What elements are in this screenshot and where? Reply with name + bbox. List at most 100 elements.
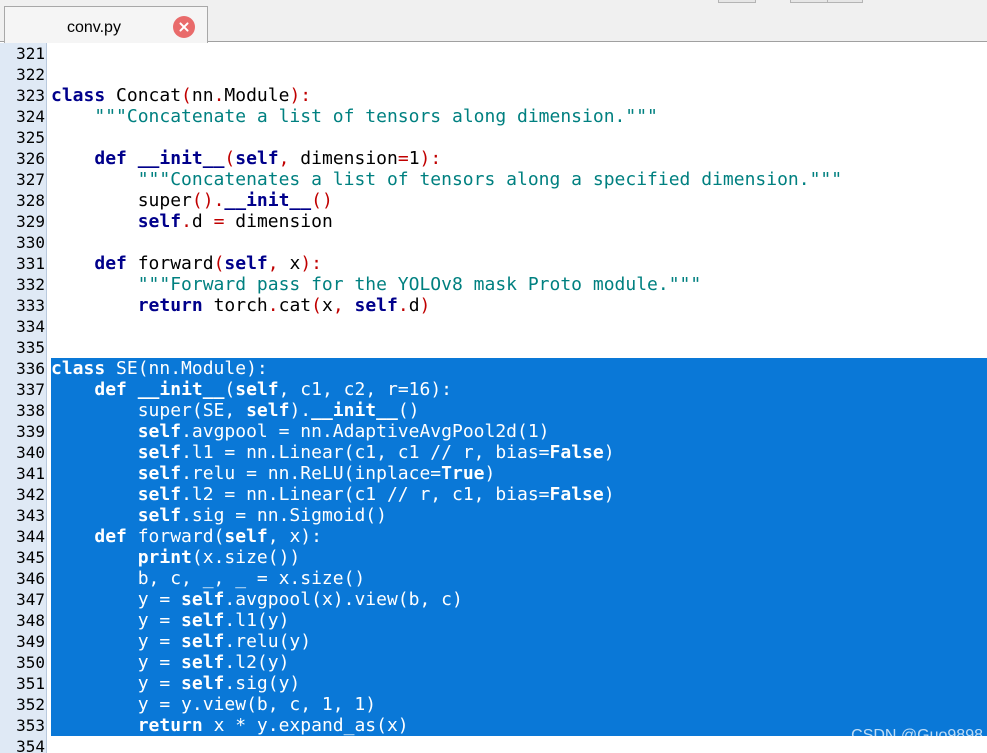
line-number: 345 — [16, 548, 45, 567]
code-token: (x.size()) — [191, 547, 301, 568]
code-token: torch — [202, 295, 268, 316]
code-lines: 321 322 323 class Concat(nn.Module): 324 """… — [0, 43, 987, 753]
code-text: self.l2 = nn.Linear(c1 // r, c1, bias=Fa… — [51, 484, 987, 505]
code-text: self.d = dimension — [51, 211, 987, 232]
code-editor[interactable]: 321 322 323 class Concat(nn.Module): 324 """… — [0, 43, 987, 753]
line-number: 353 — [16, 716, 45, 735]
code-line[interactable]: 347 y = self.avgpool(x).view(b, c) — [0, 589, 987, 610]
code-token: . — [267, 295, 279, 316]
code-token: SE(nn.Module): — [105, 358, 268, 379]
line-number: 332 — [16, 275, 45, 294]
code-line[interactable]: 348 y = self.l1(y) — [0, 610, 987, 631]
code-line[interactable]: 327 """Concatenates a list of tensors al… — [0, 169, 987, 190]
code-token: __init__ — [311, 400, 398, 421]
code-token: ( — [181, 85, 192, 106]
code-text: """Forward pass for the YOLOv8 mask Prot… — [51, 274, 987, 295]
code-line[interactable]: 330 — [0, 232, 987, 253]
code-line[interactable]: 336 class SE(nn.Module): — [0, 358, 987, 379]
code-line[interactable]: 334 — [0, 316, 987, 337]
code-token: ( — [311, 295, 322, 316]
line-number: 326 — [16, 149, 45, 168]
code-line[interactable]: 339 self.avgpool = nn.AdaptiveAvgPool2d(… — [0, 421, 987, 442]
line-number: 347 — [16, 590, 45, 609]
code-line[interactable]: 338 super(SE, self).__init__() — [0, 400, 987, 421]
code-text: return torch.cat(x, self.d) — [51, 295, 987, 316]
code-line[interactable]: 325 — [0, 127, 987, 148]
code-token: __init__ — [224, 190, 312, 211]
code-line[interactable]: 328 super().__init__() — [0, 190, 987, 211]
code-token: = — [213, 211, 225, 232]
code-line[interactable]: 324 """Concatenate a list of tensors alo… — [0, 106, 987, 127]
code-token: Module — [224, 85, 290, 106]
code-text: y = self.relu(y) — [51, 631, 987, 652]
code-line[interactable]: 342 self.l2 = nn.Linear(c1 // r, c1, bia… — [0, 484, 987, 505]
line-number: 338 — [16, 401, 45, 420]
code-line[interactable]: 343 self.sig = nn.Sigmoid() — [0, 505, 987, 526]
code-token: y = — [51, 589, 182, 610]
code-token: , c1, c2, r=16): — [278, 379, 453, 400]
code-line[interactable]: 354 — [0, 736, 987, 753]
code-token: self — [224, 253, 268, 274]
code-token: __init__ — [137, 379, 225, 400]
code-token: ( — [213, 253, 225, 274]
code-line[interactable]: 350 y = self.l2(y) — [0, 652, 987, 673]
code-line[interactable]: 337 def __init__(self, c1, c2, r=16): — [0, 379, 987, 400]
line-number: 322 — [16, 65, 45, 84]
line-number: 341 — [16, 464, 45, 483]
code-text: class Concat(nn.Module): — [51, 85, 987, 106]
code-text: def forward(self, x): — [51, 253, 987, 274]
code-token: .l2 = nn.Linear(c1 // r, c1, bias= — [181, 484, 550, 505]
code-line[interactable]: 349 y = self.relu(y) — [0, 631, 987, 652]
line-number: 323 — [16, 86, 45, 105]
code-token: Concat — [105, 85, 182, 106]
code-line[interactable]: 333 return torch.cat(x, self.d) — [0, 295, 987, 316]
code-token: self — [235, 379, 279, 400]
code-token: , — [278, 148, 290, 169]
code-line[interactable]: 352 y = y.view(b, c, 1, 1) — [0, 694, 987, 715]
code-line[interactable]: 322 — [0, 64, 987, 85]
code-token: print — [137, 547, 192, 568]
code-line[interactable]: 326 def __init__(self, dimension=1): — [0, 148, 987, 169]
code-token: .l1 = nn.Linear(c1, c1 // r, bias= — [181, 442, 550, 463]
code-line[interactable]: 321 — [0, 43, 987, 64]
code-line[interactable]: 335 — [0, 337, 987, 358]
code-line[interactable]: 341 self.relu = nn.ReLU(inplace=True) — [0, 463, 987, 484]
code-text: print(x.size()) — [51, 547, 987, 568]
code-line[interactable]: 340 self.l1 = nn.Linear(c1, c1 // r, bia… — [0, 442, 987, 463]
code-line[interactable]: 346 b, c, _, _ = x.size() — [0, 568, 987, 589]
code-line[interactable]: 351 y = self.sig(y) — [0, 673, 987, 694]
code-line[interactable]: 332 """Forward pass for the YOLOv8 mask … — [0, 274, 987, 295]
code-token: ( — [224, 379, 236, 400]
code-line[interactable]: 331 def forward(self, x): — [0, 253, 987, 274]
code-line[interactable]: 353 return x * y.expand_as(x) — [0, 715, 987, 736]
code-token: ): — [419, 148, 442, 169]
code-token: self — [137, 442, 182, 463]
line-number: 328 — [16, 191, 45, 210]
code-line[interactable]: 345 print(x.size()) — [0, 547, 987, 568]
code-token: y = — [51, 673, 182, 694]
close-icon[interactable] — [173, 16, 195, 38]
code-token: self — [181, 610, 225, 631]
code-token: , — [332, 295, 344, 316]
toolbar-button[interactable] — [790, 0, 828, 3]
code-token: self — [137, 505, 182, 526]
code-text: """Concatenate a list of tensors along d… — [51, 106, 987, 127]
line-number: 336 — [16, 359, 45, 378]
code-line[interactable]: 344 def forward(self, x): — [0, 526, 987, 547]
code-token: self — [137, 484, 182, 505]
toolbar-button[interactable] — [827, 0, 863, 3]
code-line[interactable]: 329 self.d = dimension — [0, 211, 987, 232]
code-token: , x): — [267, 526, 322, 547]
line-number: 350 — [16, 653, 45, 672]
code-text: def __init__(self, c1, c2, r=16): — [51, 379, 987, 400]
code-line[interactable]: 323 class Concat(nn.Module): — [0, 85, 987, 106]
toolbar-button[interactable] — [718, 0, 756, 3]
tab-conv-py[interactable]: conv.py — [4, 6, 208, 43]
code-token: dimension — [289, 148, 398, 169]
